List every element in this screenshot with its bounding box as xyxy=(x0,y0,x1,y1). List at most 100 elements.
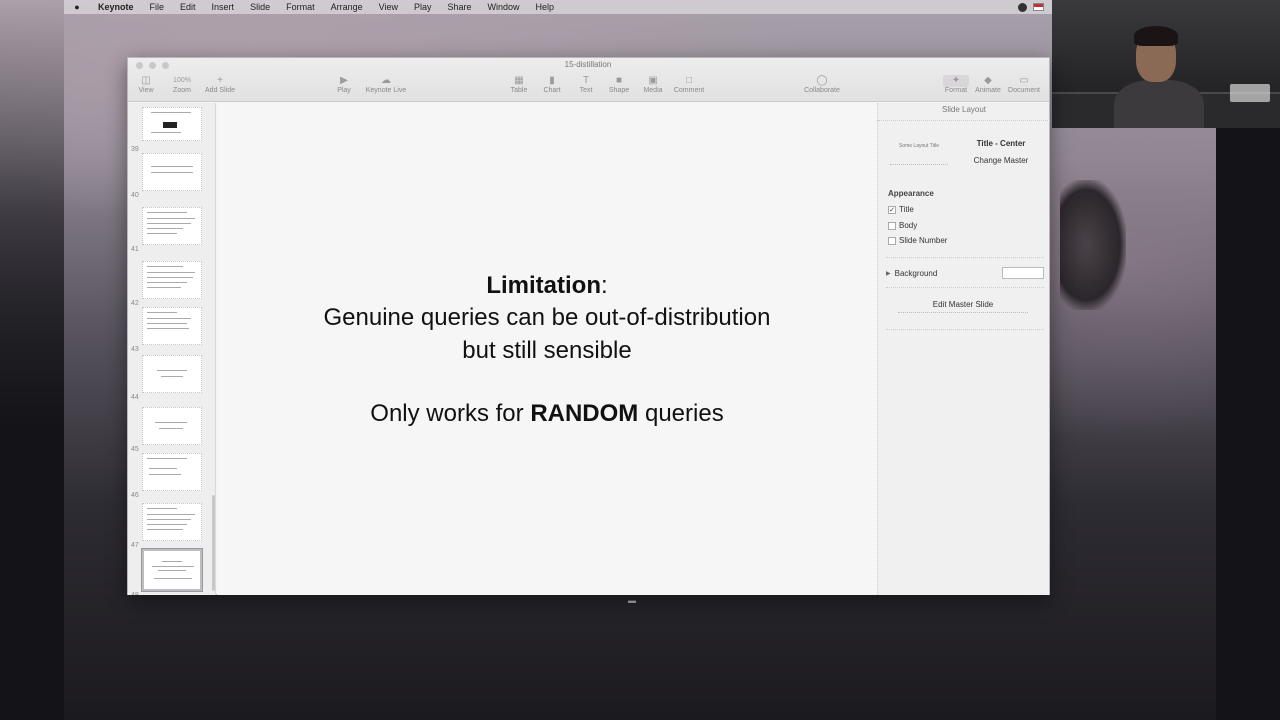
title-checkbox[interactable]: ✓ xyxy=(888,205,896,214)
body-checkbox-row[interactable]: Body xyxy=(888,221,917,230)
thumbnail-preview xyxy=(142,407,202,445)
title-checkbox-label: Title xyxy=(899,205,914,214)
slide-number: 43 xyxy=(131,346,139,353)
background-label: Background xyxy=(894,268,938,278)
title-checkbox-row[interactable]: ✓ Title xyxy=(888,205,914,214)
change-master-button[interactable]: Change Master xyxy=(956,156,1046,165)
menu-share[interactable]: Share xyxy=(440,2,480,12)
appearance-heading: Appearance xyxy=(888,189,934,198)
inspector-tab-slide-layout[interactable]: Slide Layout xyxy=(878,105,1050,121)
current-slide[interactable]: Limitation: Genuine queries can be out-o… xyxy=(217,103,877,595)
menu-app[interactable]: Keynote xyxy=(90,2,142,12)
slide-thumbnail-46[interactable]: 46 xyxy=(128,453,212,499)
slide-thumbnail-43[interactable]: 43 xyxy=(128,307,212,353)
body-checkbox-label: Body xyxy=(899,221,918,230)
navigator-scrollbar[interactable] xyxy=(212,495,215,591)
slide-thumbnail-40[interactable]: 40 xyxy=(128,153,212,199)
thumbnail-preview xyxy=(142,107,202,141)
background-row[interactable]: ▶ Background xyxy=(886,267,1044,279)
minimize-window-icon[interactable] xyxy=(149,62,156,69)
slide-number: 42 xyxy=(131,300,139,307)
add-slide-button[interactable]: + Add Slide xyxy=(190,75,250,94)
wallpaper-rock xyxy=(1060,180,1126,310)
layout-thumbnail[interactable]: Some Layout Title xyxy=(890,127,948,165)
menu-arrange[interactable]: Arrange xyxy=(323,2,371,12)
thumbnail-preview xyxy=(142,453,202,491)
menu-file[interactable]: File xyxy=(142,2,173,12)
thumbnail-preview xyxy=(142,153,202,191)
menu-view[interactable]: View xyxy=(371,2,406,12)
format-inspector: Slide Layout Some Layout Title Title - C… xyxy=(877,103,1050,595)
document-icon: ▭ xyxy=(1019,75,1029,86)
slide-thumbnail-45[interactable]: 45 xyxy=(128,407,212,453)
line3-suffix: queries xyxy=(638,400,724,427)
slide-thumbnail-41[interactable]: 41 xyxy=(128,207,212,253)
menu-window[interactable]: Window xyxy=(480,2,528,12)
slide-number-checkbox-row[interactable]: Slide Number xyxy=(888,236,947,245)
collaborate-icon: ◯ xyxy=(816,75,828,86)
slide-thumbnail-48[interactable]: 48 xyxy=(128,548,212,595)
keynote-window: 15-distillation ◫ View 100% Zoom + Add S… xyxy=(127,57,1050,595)
keynote-live-button[interactable]: ☁ Keynote Live xyxy=(356,75,416,94)
slide-number: 41 xyxy=(131,246,139,253)
window-controls xyxy=(136,62,169,69)
webcam-person-body xyxy=(1114,80,1204,128)
thumbnail-preview xyxy=(142,261,202,299)
slide-canvas: Limitation: Genuine queries can be out-o… xyxy=(217,103,877,595)
menu-slide[interactable]: Slide xyxy=(242,2,278,12)
wallpaper-shadow-right xyxy=(1216,128,1280,720)
line3-emphasis: RANDOM xyxy=(530,400,639,427)
slide-thumbnail-47[interactable]: 47 xyxy=(128,503,212,549)
desktop-drive-icon[interactable]: ▬ xyxy=(610,596,654,632)
zoom-window-icon[interactable] xyxy=(162,62,169,69)
window-toolbar: 15-distillation ◫ View 100% Zoom + Add S… xyxy=(128,58,1049,102)
slide-body-line-3: Only works for RANDOM queries xyxy=(217,399,877,429)
inspector-divider xyxy=(886,287,1044,288)
thumbnail-preview xyxy=(142,355,202,393)
edit-master-slide-button[interactable]: Edit Master Slide xyxy=(898,299,1028,313)
input-source-flag-icon[interactable] xyxy=(1033,3,1044,11)
comment-button[interactable]: □ Comment xyxy=(659,75,719,94)
slide-number: 48 xyxy=(131,592,139,595)
slide-number-checkbox[interactable] xyxy=(888,236,896,245)
menu-insert[interactable]: Insert xyxy=(204,2,243,12)
slide-number: 39 xyxy=(131,146,139,153)
close-window-icon[interactable] xyxy=(136,62,143,69)
plus-icon: + xyxy=(217,75,223,86)
slide-number: 44 xyxy=(131,394,139,401)
thumbnail-preview-selected xyxy=(141,548,203,592)
slide-number: 47 xyxy=(131,542,139,549)
document-button[interactable]: ▭ Document xyxy=(994,75,1054,94)
body-checkbox[interactable] xyxy=(888,221,896,230)
slide-thumbnail-39[interactable]: 39 xyxy=(128,107,212,153)
menu-play[interactable]: Play xyxy=(406,2,440,12)
slide-number: 46 xyxy=(131,492,139,499)
layout-name: Title - Center xyxy=(976,139,1026,148)
slide-navigator: 39 40 41 42 43 44 45 46 47 xyxy=(128,103,216,595)
slide-heading-line: Limitation: xyxy=(217,271,877,301)
webcam-overlay xyxy=(1052,0,1280,128)
slide-heading-colon: : xyxy=(600,272,608,299)
slide-heading: Limitation xyxy=(486,272,601,299)
webcam-lamp xyxy=(1230,84,1270,102)
thumbnail-preview xyxy=(142,307,202,345)
thumbnail-preview xyxy=(142,207,202,245)
inspector-divider xyxy=(886,329,1044,330)
slide-body-line-2: but still sensible xyxy=(462,337,632,364)
disclosure-triangle-icon[interactable]: ▶ xyxy=(886,270,891,277)
apple-menu-icon[interactable]: ● xyxy=(64,2,90,12)
document-title: 15-distillation xyxy=(564,60,612,69)
background-color-well[interactable] xyxy=(1002,267,1044,279)
status-record-icon[interactable] xyxy=(1018,2,1027,12)
collaborate-button[interactable]: ◯ Collaborate xyxy=(792,75,852,94)
inspector-divider xyxy=(886,257,1044,258)
slide-thumbnail-42[interactable]: 42 xyxy=(128,261,212,307)
menu-help[interactable]: Help xyxy=(528,2,563,12)
menu-bar: ● Keynote File Edit Insert Slide Format … xyxy=(64,0,1052,14)
line3-prefix: Only works for xyxy=(370,400,531,427)
menu-format[interactable]: Format xyxy=(278,2,323,12)
slide-number: 40 xyxy=(131,192,139,199)
slide-thumbnail-44[interactable]: 44 xyxy=(128,355,212,401)
slide-number: 45 xyxy=(131,446,139,453)
menu-edit[interactable]: Edit xyxy=(172,2,204,12)
